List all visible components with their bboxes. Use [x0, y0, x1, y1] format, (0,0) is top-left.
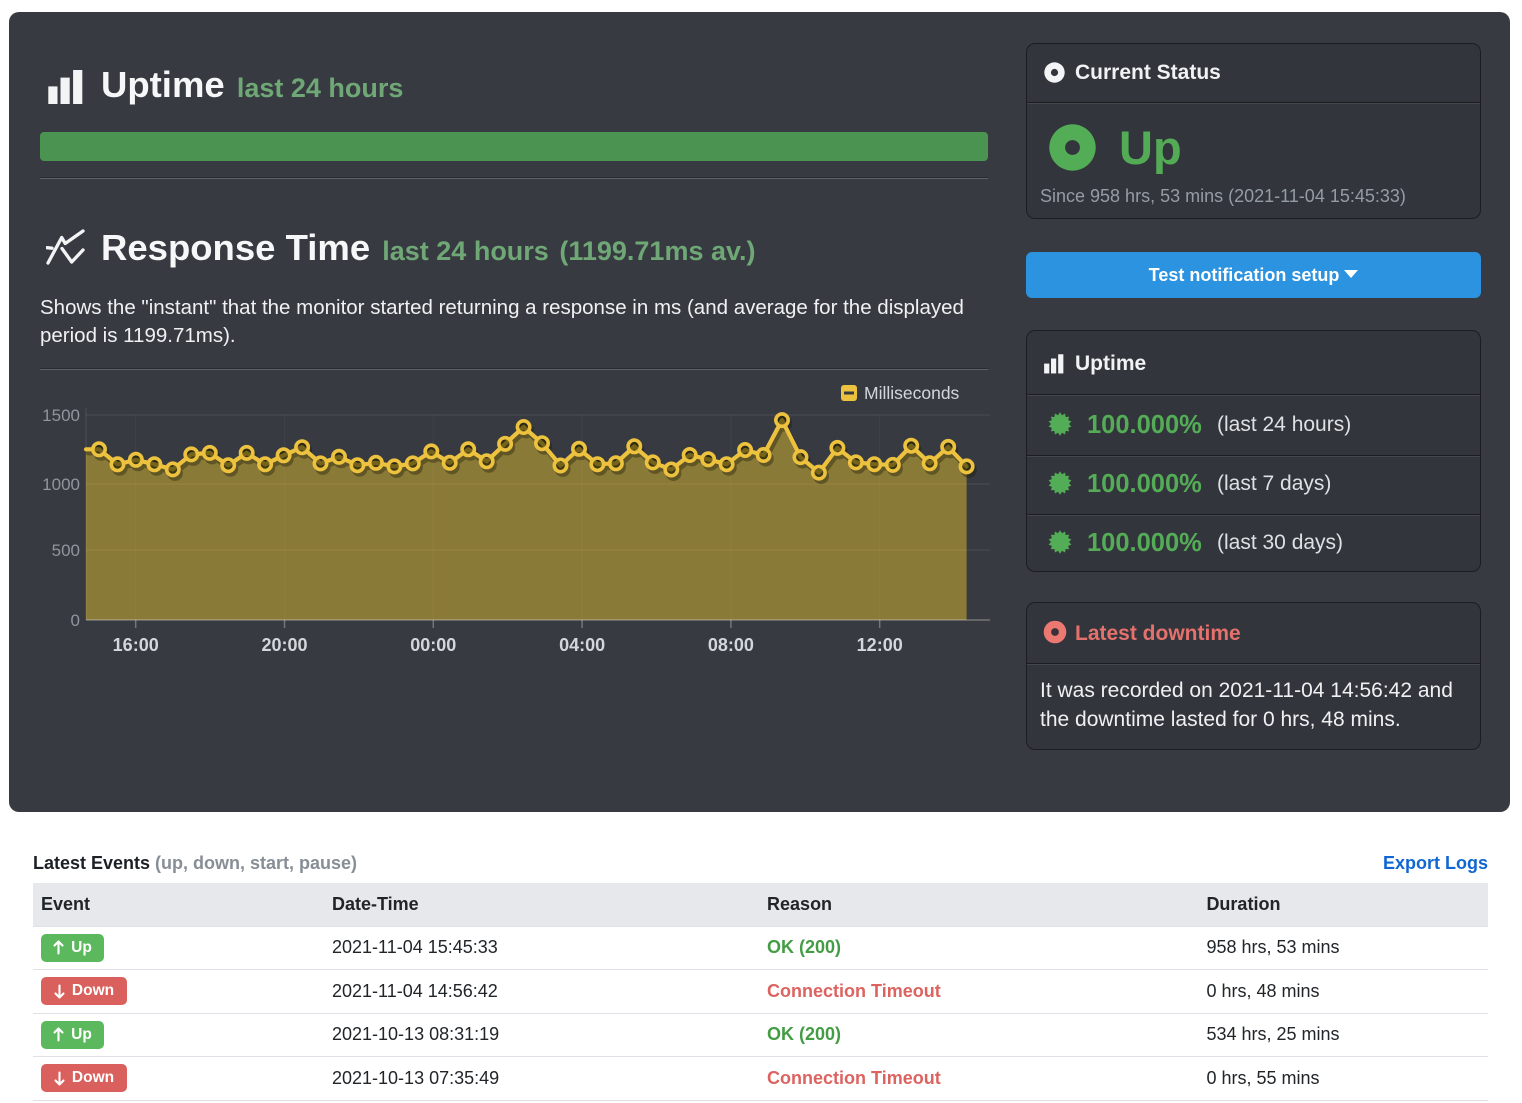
svg-text:20:00: 20:00	[261, 635, 307, 655]
svg-text:00:00: 00:00	[410, 635, 456, 655]
svg-text:08:00: 08:00	[708, 635, 754, 655]
svg-text:04:00: 04:00	[559, 635, 605, 655]
svg-text:500: 500	[52, 541, 80, 560]
svg-text:12:00: 12:00	[857, 635, 903, 655]
svg-text:Milliseconds: Milliseconds	[864, 383, 960, 403]
svg-text:1500: 1500	[42, 406, 80, 425]
svg-text:16:00: 16:00	[113, 635, 159, 655]
svg-text:0: 0	[71, 611, 80, 630]
svg-text:1000: 1000	[42, 475, 80, 494]
